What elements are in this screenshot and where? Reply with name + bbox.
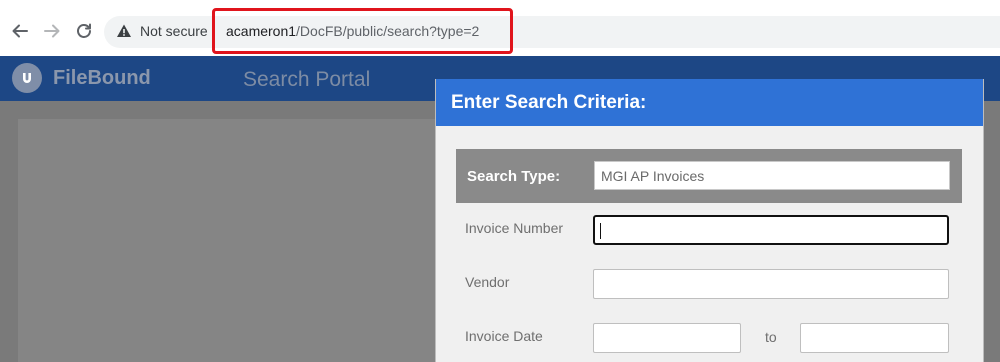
search-criteria-dialog: Enter Search Criteria: Search Type: MGI …	[435, 79, 984, 362]
invoice-number-label: Invoice Number	[465, 220, 564, 236]
text-caret	[600, 223, 601, 239]
warning-icon[interactable]	[116, 23, 132, 39]
vendor-label: Vendor	[465, 274, 510, 290]
logo-text[interactable]: FileBound	[53, 66, 151, 90]
url-highlight-annotation	[212, 8, 513, 54]
logo-mark-glyph	[23, 73, 31, 83]
screen: Not secure acameron1/DocFB/public/search…	[0, 0, 1000, 362]
dialog-title: Enter Search Criteria:	[451, 92, 647, 113]
back-arrow-icon	[12, 24, 28, 38]
search-type-field[interactable]: MGI AP Invoices	[594, 161, 950, 190]
search-type-label: Search Type:	[467, 168, 561, 185]
reload-icon	[77, 23, 91, 38]
vendor-input[interactable]	[593, 269, 949, 299]
page-content-panel	[18, 119, 438, 362]
invoice-date-label: Invoice Date	[465, 328, 543, 344]
invoice-date-to-input[interactable]	[800, 323, 949, 353]
reload-button[interactable]	[72, 19, 96, 43]
filebound-logo-icon[interactable]	[12, 63, 42, 93]
forward-button[interactable]	[40, 19, 64, 43]
invoice-date-from-input[interactable]	[593, 323, 741, 353]
portal-title: Search Portal	[243, 68, 371, 91]
back-button[interactable]	[8, 19, 32, 43]
date-range-separator: to	[765, 329, 777, 345]
dialog-header: Enter Search Criteria:	[436, 79, 983, 126]
invoice-number-input[interactable]	[593, 215, 949, 245]
security-status[interactable]: Not secure	[140, 23, 208, 39]
forward-arrow-icon	[44, 24, 60, 38]
search-type-row: Search Type: MGI AP Invoices	[456, 149, 962, 203]
